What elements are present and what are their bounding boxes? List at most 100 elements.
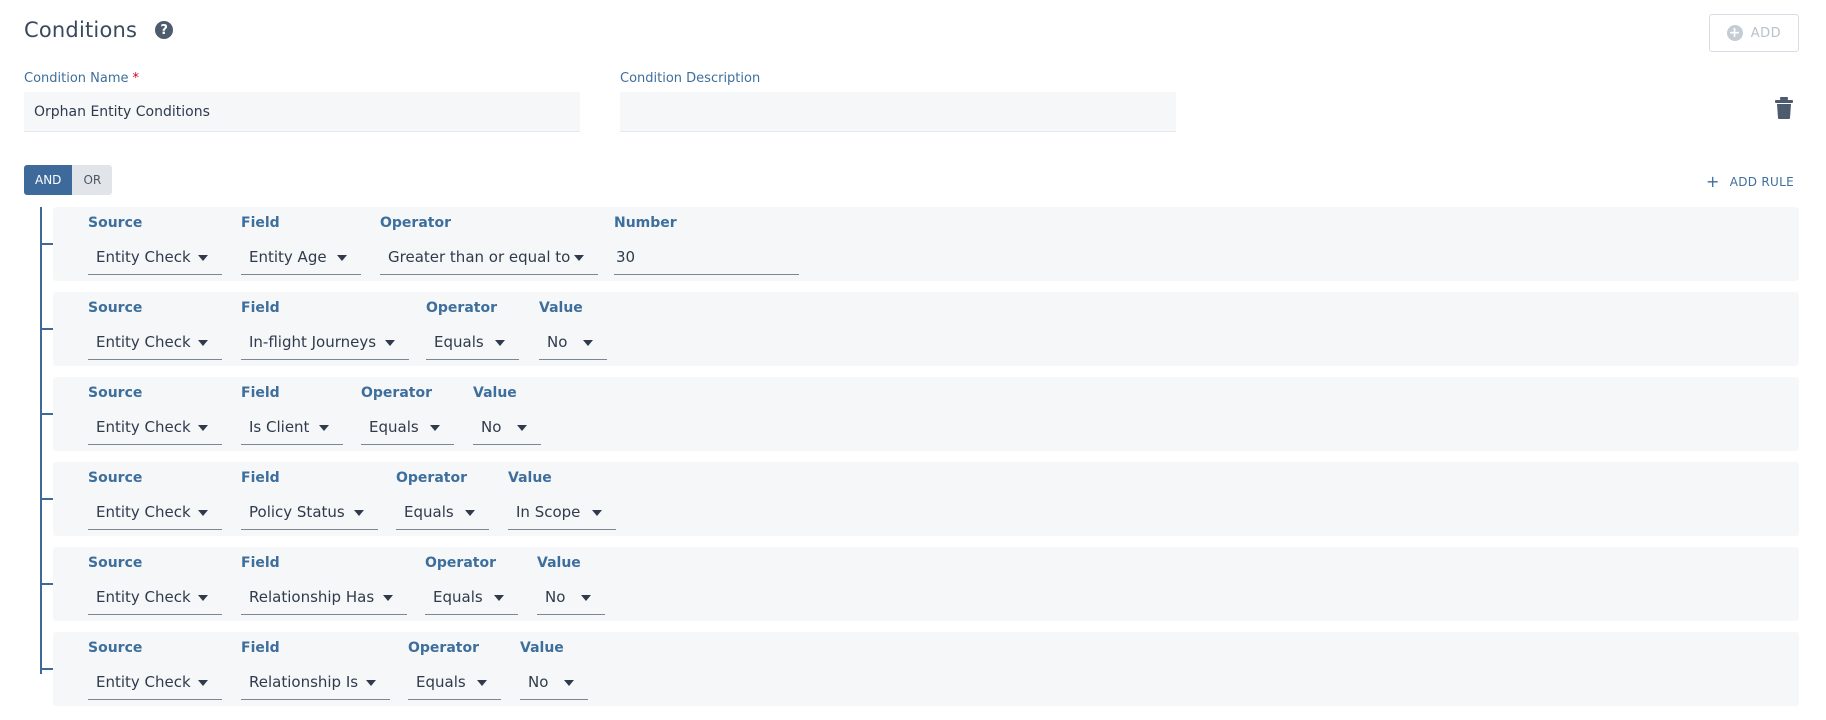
rule-row: Source Entity Check Field Relationship Is Op… — [53, 632, 1799, 706]
rule-source-label: Source — [88, 300, 143, 316]
rule-value-select[interactable]: No — [520, 664, 588, 700]
rule-source-selected-value: Entity Check — [96, 332, 191, 351]
rule-source-selected-value: Entity Check — [96, 417, 191, 436]
caret-down-icon — [385, 340, 395, 346]
rule-operator-select[interactable]: Equals — [408, 664, 501, 700]
plus-circle-icon: + — [1726, 25, 1743, 41]
caret-down-icon — [198, 510, 208, 516]
caret-down-icon — [319, 425, 329, 431]
caret-down-icon — [494, 595, 504, 601]
rule-value-selected-value: No — [545, 587, 566, 606]
caret-down-icon — [574, 255, 584, 261]
caret-down-icon — [583, 340, 593, 346]
and-toggle-button[interactable]: AND — [24, 165, 73, 195]
rule-operator-label: Operator — [408, 640, 479, 656]
required-marker: * — [132, 71, 140, 86]
logic-toggle: AND OR — [24, 165, 113, 195]
caret-down-icon — [198, 680, 208, 686]
rule-field-selected-value: In-flight Journeys — [249, 332, 377, 351]
rule-source-label: Source — [88, 215, 143, 231]
rule-field-select[interactable]: Relationship Has — [241, 579, 407, 615]
rule-operator-select[interactable]: Equals — [425, 579, 518, 615]
caret-down-icon — [430, 425, 440, 431]
condition-name-label: Condition Name * — [24, 71, 140, 86]
rule-field-select[interactable]: Relationship Is — [241, 664, 390, 700]
rule-operator-select[interactable]: Equals — [396, 494, 489, 530]
rule-field-select[interactable]: Policy Status — [241, 494, 378, 530]
rule-source-label: Source — [88, 640, 143, 656]
rule-row: Source Entity Check Field Relationship Has O… — [53, 547, 1799, 621]
rule-operator-selected-value: Equals — [416, 672, 466, 691]
caret-down-icon — [581, 595, 591, 601]
rule-value-select[interactable]: No — [539, 324, 607, 360]
rule-connector — [40, 498, 54, 500]
rule-value-label: Value — [537, 555, 581, 571]
rule-source-label: Source — [88, 385, 143, 401]
rule-value-selected-value: In Scope — [516, 502, 581, 521]
rule-operator-selected-value: Equals — [433, 587, 483, 606]
rule-value-select[interactable]: No — [473, 409, 541, 445]
rule-field-label: Field — [241, 300, 280, 316]
rule-value-select[interactable]: No — [537, 579, 605, 615]
caret-down-icon — [198, 255, 208, 261]
rule-value-label: Value — [539, 300, 583, 316]
rule-source-select[interactable]: Entity Check — [88, 494, 222, 530]
condition-description-label: Condition Description — [620, 71, 761, 86]
caret-down-icon — [564, 680, 574, 686]
caret-down-icon — [477, 680, 487, 686]
rule-source-select[interactable]: Entity Check — [88, 664, 222, 700]
rule-operator-select[interactable]: Greater than or equal to — [380, 239, 598, 275]
rule-connector — [40, 668, 54, 670]
rule-operator-label: Operator — [380, 215, 451, 231]
add-rule-label: ADD RULE — [1729, 174, 1795, 189]
rule-connector — [40, 583, 54, 585]
rule-operator-label: Operator — [425, 555, 496, 571]
rule-value-label: Value — [520, 640, 564, 656]
rule-tree-line — [40, 207, 42, 674]
rule-row: Source Entity Check Field Entity Age Operato… — [53, 207, 1799, 281]
rule-source-select[interactable]: Entity Check — [88, 579, 222, 615]
caret-down-icon — [354, 510, 364, 516]
rule-operator-label: Operator — [426, 300, 497, 316]
rule-operator-select[interactable]: Equals — [426, 324, 519, 360]
rule-field-select[interactable]: Entity Age — [241, 239, 361, 275]
trash-icon[interactable] — [1775, 97, 1793, 119]
or-toggle-button[interactable]: OR — [72, 165, 113, 195]
rule-number-input[interactable]: 30 — [614, 239, 799, 275]
rule-field-selected-value: Policy Status — [249, 502, 345, 521]
rule-value-selected-value: No — [547, 332, 568, 351]
rule-field-select[interactable]: Is Client — [241, 409, 343, 445]
caret-down-icon — [198, 595, 208, 601]
rule-source-selected-value: Entity Check — [96, 587, 191, 606]
rule-field-selected-value: Relationship Has — [249, 587, 375, 606]
rule-source-select[interactable]: Entity Check — [88, 409, 222, 445]
rule-operator-selected-value: Equals — [404, 502, 454, 521]
rule-operator-label: Operator — [396, 470, 467, 486]
rule-field-label: Field — [241, 640, 280, 656]
caret-down-icon — [198, 425, 208, 431]
caret-down-icon — [366, 680, 376, 686]
rule-value-label: Value — [473, 385, 517, 401]
rule-source-selected-value: Entity Check — [96, 247, 191, 266]
rule-row: Source Entity Check Field Policy Status Oper… — [53, 462, 1799, 536]
rule-operator-select[interactable]: Equals — [361, 409, 454, 445]
caret-down-icon — [383, 595, 393, 601]
rule-operator-selected-value: Equals — [369, 417, 419, 436]
rule-source-select[interactable]: Entity Check — [88, 324, 222, 360]
rule-connector — [40, 243, 54, 245]
condition-name-input[interactable] — [24, 92, 580, 132]
add-rule-button[interactable]: + ADD RULE — [1706, 172, 1794, 191]
rule-connector — [40, 413, 54, 415]
rule-field-label: Field — [241, 555, 280, 571]
rule-source-select[interactable]: Entity Check — [88, 239, 222, 275]
rule-field-label: Field — [241, 470, 280, 486]
add-button[interactable]: + ADD — [1709, 14, 1799, 52]
rule-field-select[interactable]: In-flight Journeys — [241, 324, 409, 360]
help-icon[interactable]: ? — [155, 21, 174, 39]
condition-description-input[interactable] — [620, 92, 1176, 132]
plus-icon: + — [1706, 172, 1720, 191]
caret-down-icon — [517, 425, 527, 431]
rule-value-select[interactable]: In Scope — [508, 494, 616, 530]
rule-field-label: Field — [241, 215, 280, 231]
conditions-header: Conditions ? — [24, 18, 174, 42]
